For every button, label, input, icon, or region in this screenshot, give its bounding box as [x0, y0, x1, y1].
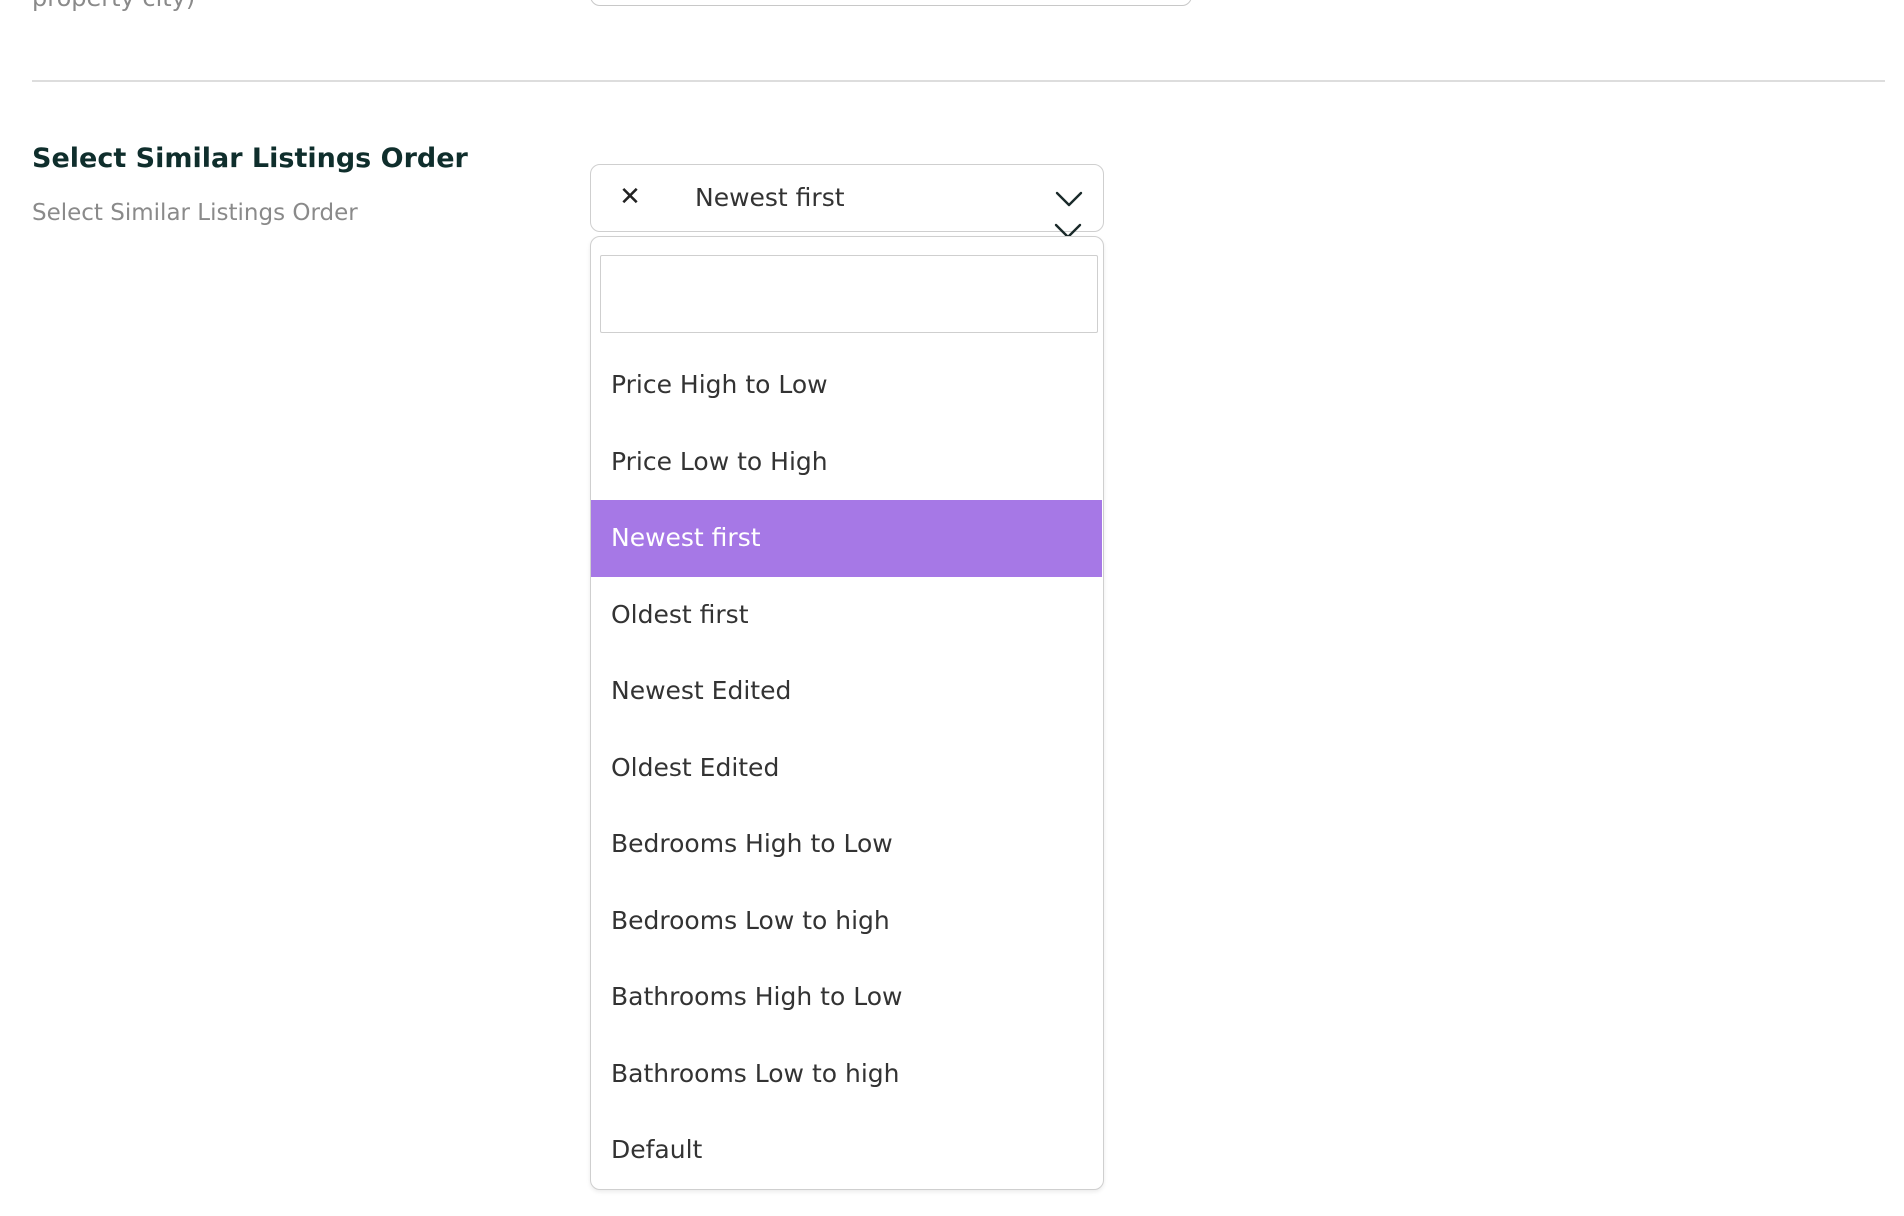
close-icon[interactable]: ✕	[617, 179, 643, 215]
order-dropdown: Price High to Low Price Low to High Newest…	[590, 236, 1104, 1190]
dropdown-option[interactable]: Newest Edited	[591, 653, 1102, 730]
order-select[interactable]: ✕ Newest first	[590, 164, 1104, 239]
dropdown-option[interactable]: Bedrooms High to Low	[591, 806, 1102, 883]
dropdown-option[interactable]: Default	[591, 1112, 1102, 1189]
options-list: Price High to Low Price Low to High Newest…	[591, 347, 1102, 1189]
selected-value: Newest first	[695, 183, 845, 212]
dropdown-option[interactable]: Price High to Low	[591, 347, 1102, 424]
dropdown-option[interactable]: Bathrooms High to Low	[591, 959, 1102, 1036]
settings-page: property city) Select Similar Listings O…	[0, 0, 1904, 1216]
previous-setting-description: property city)	[32, 0, 195, 12]
section-divider	[32, 80, 1885, 82]
dropdown-option[interactable]: Bathrooms Low to high	[591, 1036, 1102, 1113]
dropdown-option[interactable]: Newest first	[591, 500, 1102, 577]
previous-setting-field[interactable]	[590, 0, 1192, 6]
dropdown-option[interactable]: Oldest Edited	[591, 730, 1102, 807]
dropdown-option[interactable]: Oldest first	[591, 577, 1102, 654]
dropdown-option[interactable]: Bedrooms Low to high	[591, 883, 1102, 960]
setting-title: Select Similar Listings Order	[32, 143, 468, 174]
dropdown-option[interactable]: Price Low to High	[591, 424, 1102, 501]
chevron-down-icon[interactable]	[1053, 189, 1085, 209]
setting-description: Select Similar Listings Order	[32, 200, 358, 226]
dropdown-search-input[interactable]	[600, 255, 1098, 333]
